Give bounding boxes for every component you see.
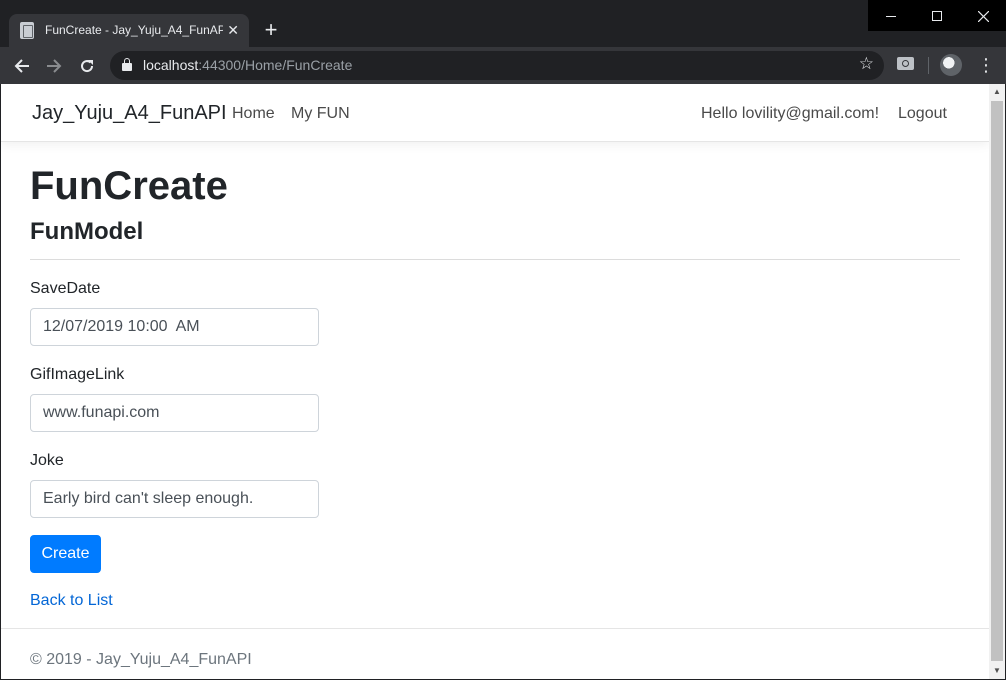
browser-tab[interactable]: FunCreate - Jay_Yuju_A4_FunAPI ✕ <box>9 14 249 47</box>
lock-icon[interactable] <box>122 58 132 71</box>
nav-link-my-fun[interactable]: My FUN <box>291 105 350 123</box>
tab-title: FunCreate - Jay_Yuju_A4_FunAPI <box>45 23 223 37</box>
reload-icon <box>81 60 94 73</box>
url-host: localhost <box>143 57 199 73</box>
new-tab-button[interactable]: + <box>257 17 285 45</box>
profile-avatar[interactable] <box>940 54 962 76</box>
savedate-input[interactable] <box>30 308 319 346</box>
arrow-left-icon <box>14 59 29 73</box>
maximize-icon <box>932 11 942 22</box>
footer-copyright: © 2019 - Jay_Yuju_A4_FunAPI <box>30 651 252 668</box>
window-minimize-button[interactable] <box>868 0 914 31</box>
page-viewport: Jay_Yuju_A4_FunAPI Home My FUN Hello lov… <box>1 84 1005 679</box>
page-subtitle: FunModel <box>30 218 144 245</box>
arrow-right-icon <box>47 59 62 73</box>
window-maximize-button[interactable] <box>914 0 960 31</box>
site-brand[interactable]: Jay_Yuju_A4_FunAPI <box>32 102 227 125</box>
url-path: :44300/Home/FunCreate <box>198 57 353 73</box>
scroll-up-arrow-icon[interactable]: ▲ <box>989 84 1005 100</box>
reload-button[interactable] <box>74 53 100 79</box>
page-scrollbar[interactable]: ▲ ▼ <box>989 84 1005 679</box>
address-bar[interactable]: localhost:44300/Home/FunCreate ☆ <box>110 51 884 80</box>
nav-link-home[interactable]: Home <box>232 105 275 123</box>
joke-label: Joke <box>30 452 64 469</box>
star-icon[interactable]: ☆ <box>859 54 874 74</box>
site-navbar: Jay_Yuju_A4_FunAPI Home My FUN Hello lov… <box>1 84 989 142</box>
nav-user-greeting[interactable]: Hello lovility@gmail.com! <box>701 105 879 123</box>
url-text[interactable]: localhost:44300/Home/FunCreate <box>143 57 352 73</box>
gifimagelink-input[interactable] <box>30 394 319 432</box>
gifimagelink-label: GifImageLink <box>30 366 125 383</box>
page-title: FunCreate <box>30 164 228 208</box>
nav-link-logout[interactable]: Logout <box>898 105 947 123</box>
window-close-button[interactable] <box>960 0 1006 31</box>
create-button[interactable]: Create <box>30 535 101 573</box>
scrollbar-thumb[interactable] <box>991 101 1003 661</box>
browser-toolbar: localhost:44300/Home/FunCreate ☆ ⋮ <box>0 47 1006 84</box>
camera-icon[interactable] <box>897 57 914 70</box>
kebab-menu-icon[interactable]: ⋮ <box>977 53 995 77</box>
back-to-list-link[interactable]: Back to List <box>30 592 113 610</box>
close-icon <box>977 10 989 23</box>
joke-input[interactable] <box>30 480 319 518</box>
footer-divider <box>1 628 989 629</box>
section-divider <box>30 259 960 260</box>
page-favicon-icon <box>20 22 34 39</box>
browser-titlebar: FunCreate - Jay_Yuju_A4_FunAPI ✕ + <box>0 0 1006 47</box>
savedate-label: SaveDate <box>30 280 101 297</box>
toolbar-divider <box>928 57 929 74</box>
tab-close-icon[interactable]: ✕ <box>227 21 239 39</box>
back-button[interactable] <box>9 53 35 79</box>
scroll-down-arrow-icon[interactable]: ▼ <box>989 663 1005 679</box>
forward-button[interactable] <box>41 53 67 79</box>
minimize-icon <box>886 15 896 17</box>
